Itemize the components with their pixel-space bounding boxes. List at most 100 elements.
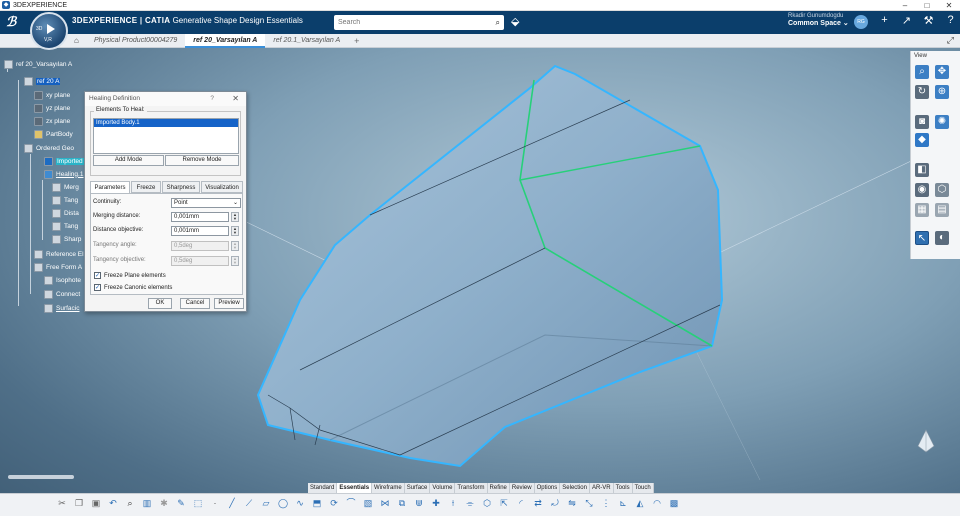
spline-icon[interactable]: ∿ (294, 497, 306, 509)
orientation-gizmo-icon[interactable] (914, 428, 938, 454)
tree-node[interactable]: Isophote (44, 274, 81, 286)
tree-node[interactable]: Imported (44, 155, 84, 167)
tree-node[interactable]: Sharp (52, 233, 81, 245)
distance-objective-field[interactable]: 0,001mm (171, 226, 229, 236)
tree-node[interactable]: Tang (52, 194, 78, 206)
add-mode-button[interactable]: Add Mode (93, 155, 164, 166)
tab-physical-product[interactable]: Physical Product00004279 (86, 34, 185, 48)
boundary-icon[interactable]: ⬡ (481, 497, 493, 509)
help-icon[interactable]: ? (942, 14, 959, 27)
render-style-icon[interactable]: ◧ (915, 163, 929, 177)
rotate-tool-icon[interactable]: ⤾ (549, 497, 561, 509)
tree-node[interactable]: Ordered Geo (24, 142, 74, 154)
expand-icon[interactable]: ⤢ (947, 35, 954, 46)
close-window-button[interactable]: ✕ (938, 0, 960, 11)
tab-ref20-1[interactable]: ref 20.1_Varsayılan A (265, 34, 348, 48)
user-info[interactable]: Rkadir Gunumdogdu Common Space ⌄ (788, 13, 849, 27)
new-tab-button[interactable]: + (354, 36, 359, 46)
geoset-tool-icon[interactable]: ⬚ (192, 497, 204, 509)
pan-icon[interactable]: ✥ (935, 65, 949, 79)
close-dialog-button[interactable]: ✕ (232, 92, 239, 106)
search-input[interactable] (338, 19, 496, 26)
tree-node[interactable]: ref 20 A (24, 75, 61, 87)
avatar[interactable]: RG (854, 15, 868, 29)
tree-node[interactable]: ref 20_Varsayılan A (4, 58, 72, 70)
list-item[interactable]: Imported Body.1 (94, 119, 238, 127)
tab-freeze[interactable]: Freeze (131, 181, 161, 193)
measure-icon[interactable]: ⊾ (617, 497, 629, 509)
circle-icon[interactable]: ◯ (277, 497, 289, 509)
tools-icon[interactable]: ⚒ (920, 14, 937, 27)
extract-icon[interactable]: ⇱ (498, 497, 510, 509)
trim-icon[interactable]: ⌯ (464, 497, 476, 509)
horizontal-scrollbar[interactable] (8, 475, 74, 479)
settings-icon[interactable]: ✱ (158, 497, 170, 509)
tree-node[interactable]: Reference El (34, 248, 84, 260)
zoom-area-icon[interactable]: ⊕ (935, 85, 949, 99)
freeze-canonic-checkbox[interactable]: ✓ Freeze Canonic elements (94, 283, 172, 292)
symmetry-icon[interactable]: ⇋ (566, 497, 578, 509)
tree-node[interactable]: zx plane (34, 115, 70, 127)
update-icon[interactable]: ▥ (141, 497, 153, 509)
tree-node[interactable]: Free Form A (34, 261, 82, 273)
curvature-icon[interactable]: ◠ (651, 497, 663, 509)
fillet-icon[interactable]: ◜ (515, 497, 527, 509)
merging-spinner[interactable]: ▲ ▼ (231, 212, 239, 222)
freeze-plane-checkbox[interactable]: ✓ Freeze Plane elements (94, 271, 166, 280)
ok-button[interactable]: OK (148, 298, 172, 309)
tab-selection[interactable]: Selection (560, 483, 590, 493)
layer-icon[interactable]: ▦ (915, 203, 929, 217)
distobj-spinner[interactable]: ▲ ▼ (231, 226, 239, 236)
tree-node[interactable]: Connect (44, 288, 80, 300)
tree-node[interactable]: Surfacic (44, 302, 79, 314)
search-box[interactable]: ⌕ (334, 15, 504, 30)
tab-visualization[interactable]: Visualization (201, 181, 243, 193)
plane-tool-icon[interactable]: ▱ (260, 497, 272, 509)
undo-icon[interactable]: ↶ (107, 497, 119, 509)
tab-touch[interactable]: Touch (632, 483, 654, 493)
healing-tool-icon[interactable]: ✚ (430, 497, 442, 509)
tree-node[interactable]: Dista (52, 207, 79, 219)
line-icon[interactable]: ╱ (226, 497, 238, 509)
tag-icon[interactable]: ⬙ (511, 15, 519, 28)
iso-view-icon[interactable]: ◆ (915, 133, 929, 147)
extrude-icon[interactable]: ⬒ (311, 497, 323, 509)
sketch-icon[interactable]: ✎ (175, 497, 187, 509)
checkbox-icon[interactable]: ✓ (94, 284, 101, 291)
maximize-button[interactable]: □ (916, 0, 938, 11)
tab-refine[interactable]: Refine (487, 483, 510, 493)
section-icon[interactable]: ▤ (935, 203, 949, 217)
shading-icon[interactable]: ◉ (915, 183, 929, 197)
checkbox-icon[interactable]: ✓ (94, 272, 101, 279)
tab-sharpness[interactable]: Sharpness (162, 181, 200, 193)
split-icon[interactable]: ⟊ (447, 497, 459, 509)
compass-widget[interactable]: 3D V,R (30, 12, 68, 50)
analysis-icon[interactable]: ◭ (634, 497, 646, 509)
tab-ar-vr[interactable]: AR-VR (589, 483, 614, 493)
offset-icon[interactable]: ⧉ (396, 497, 408, 509)
tab-wireframe[interactable]: Wireframe (372, 483, 405, 493)
search-tool-icon[interactable]: ⌕ (124, 497, 136, 509)
join-icon[interactable]: ⋓ (413, 497, 425, 509)
tab-options[interactable]: Options (534, 483, 561, 493)
healed-surface[interactable] (256, 64, 724, 468)
tree-node[interactable]: Tang (52, 220, 78, 232)
pattern-icon[interactable]: ⋮ (600, 497, 612, 509)
point-icon[interactable]: · (209, 497, 221, 509)
select-mode-icon[interactable]: ↖ (915, 231, 929, 245)
remove-mode-button[interactable]: Remove Mode (165, 155, 239, 166)
copy-icon[interactable]: ❐ (73, 497, 85, 509)
help-button[interactable]: ? (210, 92, 214, 106)
sweep-icon[interactable]: ⌒ (345, 497, 357, 509)
compass-play-icon[interactable] (47, 24, 55, 34)
tab-transform[interactable]: Transform (455, 483, 488, 493)
view-mode-icon[interactable]: ✺ (935, 115, 949, 129)
polyline-icon[interactable]: ⟋ (243, 497, 255, 509)
tab-surface[interactable]: Surface (404, 483, 431, 493)
tab-volume[interactable]: Volume (430, 483, 456, 493)
zoom-icon[interactable]: ⌕ (915, 65, 929, 79)
search-icon[interactable]: ⌕ (496, 18, 500, 28)
revolve-icon[interactable]: ⟳ (328, 497, 340, 509)
tab-essentials[interactable]: Essentials (337, 483, 373, 493)
tree-node[interactable]: Healing.1 (44, 168, 83, 180)
